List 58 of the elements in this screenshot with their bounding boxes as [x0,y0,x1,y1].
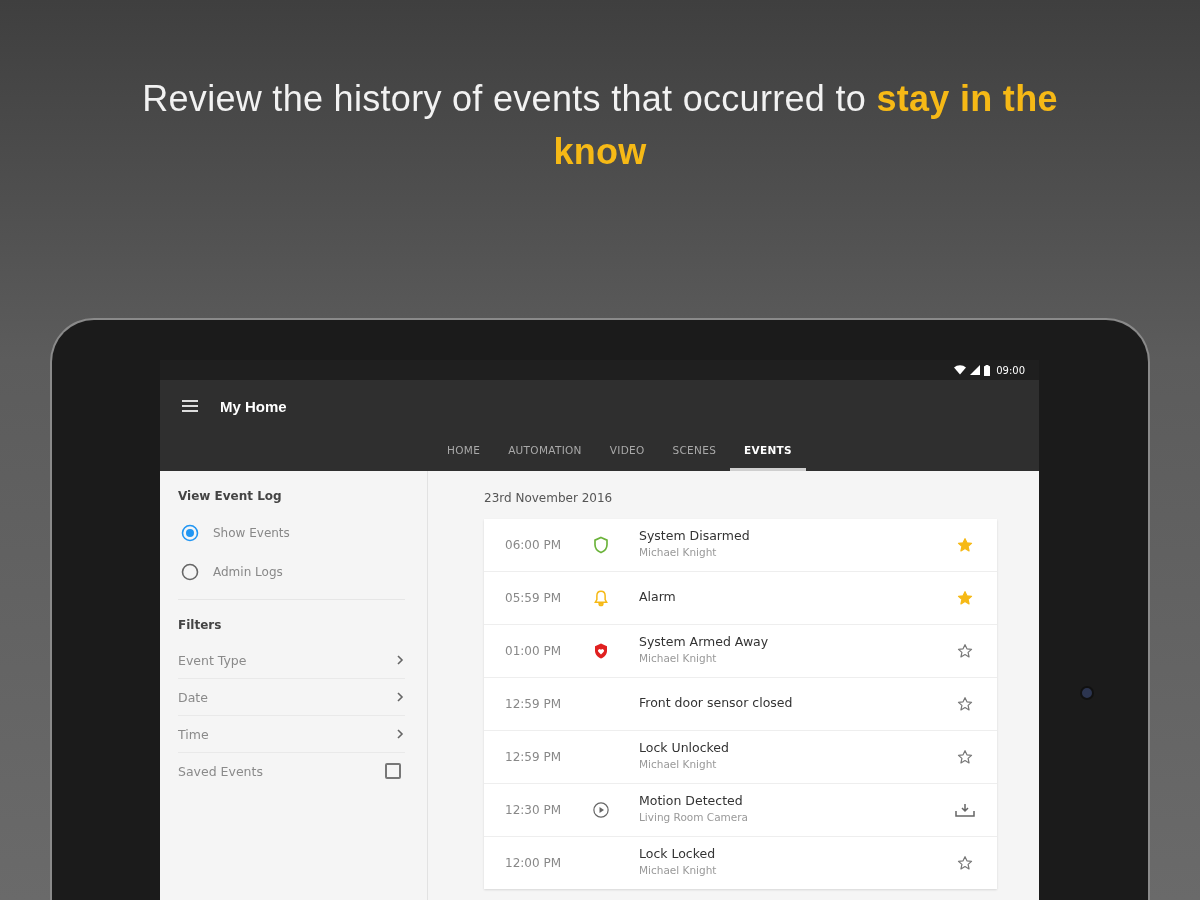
filter-label: Date [178,689,208,705]
event-source: Michael Knight [639,546,718,558]
event-time: 01:00 PM [504,644,562,658]
star-icon[interactable] [957,590,973,606]
event-source: Michael Knight [639,758,718,770]
bell-icon [592,589,610,607]
event-time: 12:30 PM [504,803,562,817]
event-source: Michael Knight [639,652,718,664]
event-time: 05:59 PM [504,591,562,605]
filter-label: Time [178,726,209,742]
checkbox[interactable] [385,763,401,779]
event-time: 12:00 PM [504,856,562,870]
tab[interactable]: EVENTS [730,432,806,471]
event-source: Michael Knight [639,864,718,876]
option-label: Admin Logs [213,564,283,579]
shield-heart-icon [592,642,610,660]
star-icon[interactable] [957,643,973,659]
section-heading: Filters [178,618,223,634]
filter-label: Saved Events [178,763,263,779]
download-icon[interactable] [955,803,975,817]
wifi-icon [954,365,967,375]
chevron-right-icon[interactable] [395,728,405,740]
battery-icon [984,364,991,376]
chevron-right-icon[interactable] [395,654,405,666]
star-icon[interactable] [957,749,973,765]
event-title: Motion Detected [639,793,744,808]
app-title: My Home [220,397,287,415]
event-time: 06:00 PM [504,538,562,552]
option-label: Show Events [213,525,290,540]
menu-icon[interactable] [182,400,198,412]
event-title: Alarm [639,588,677,604]
clock-time: 09:00 [996,364,1025,376]
event-title: System Disarmed [639,528,751,543]
star-icon[interactable] [957,537,973,553]
event-time: 12:59 PM [504,697,562,711]
star-icon[interactable] [957,855,973,871]
event-source: Living Room Camera [639,811,749,823]
section-heading: View Event Log [178,489,283,505]
date-heading: 23rd November 2016 [484,491,614,507]
event-title: Lock Unlocked [639,740,730,755]
event-title: Lock Locked [639,846,717,861]
headline: Review the history of events that occurred to stay in the know [141,77,1059,174]
tab[interactable]: VIDEO [595,432,659,471]
event-time: 12:59 PM [504,750,562,764]
radio-button[interactable] [181,523,199,542]
camera-lens [1080,686,1094,700]
event-title: Front door sensor closed [639,694,794,710]
event-title: System Armed Away [639,634,770,649]
chevron-right-icon[interactable] [395,691,405,703]
filter-label: Event Type [178,652,247,668]
tab[interactable]: HOME [433,432,495,471]
shield-icon [592,536,610,554]
radio-button[interactable] [181,562,199,581]
tab[interactable]: AUTOMATION [494,432,596,471]
play-icon[interactable] [592,801,610,819]
star-icon[interactable] [957,696,973,712]
signal-icon [970,365,981,375]
tab[interactable]: SCENES [658,432,731,471]
